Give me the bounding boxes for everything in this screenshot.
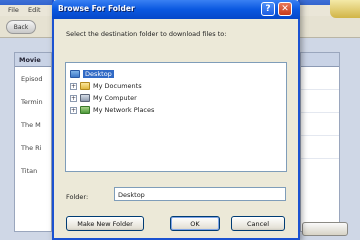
folder-label: Folder: bbox=[66, 193, 89, 201]
folder-input[interactable]: Desktop bbox=[114, 187, 286, 201]
desktop-icon bbox=[70, 70, 80, 78]
app-logo-icon bbox=[330, 0, 360, 18]
instruction-text: Select the destination folder to downloa… bbox=[66, 30, 227, 38]
list-item[interactable]: Episod bbox=[15, 67, 51, 90]
folder-tree[interactable]: Desktop + My Documents + My Computer + M… bbox=[65, 62, 287, 172]
list-item[interactable]: The Ri bbox=[15, 136, 51, 159]
tree-item-desktop[interactable]: Desktop bbox=[70, 69, 114, 79]
expand-icon[interactable]: + bbox=[70, 82, 77, 90]
tree-item-label: My Computer bbox=[93, 94, 137, 102]
tree-item-label: My Documents bbox=[93, 82, 142, 90]
list-item[interactable]: Titan bbox=[15, 159, 51, 182]
expand-icon[interactable]: + bbox=[70, 94, 77, 102]
tree-item-label: Desktop bbox=[83, 70, 114, 78]
tree-item-my-computer[interactable]: + My Computer bbox=[70, 93, 137, 103]
cancel-button[interactable]: Cancel bbox=[231, 216, 285, 231]
network-places-icon bbox=[80, 106, 90, 114]
help-icon: ? bbox=[265, 4, 271, 14]
list-item[interactable]: The M bbox=[15, 113, 51, 136]
tree-item-my-documents[interactable]: + My Documents bbox=[70, 81, 142, 91]
close-button[interactable]: ✕ bbox=[278, 2, 292, 16]
expand-icon[interactable]: + bbox=[70, 106, 77, 114]
ok-button[interactable]: OK bbox=[170, 216, 220, 231]
list-item[interactable]: Termin bbox=[15, 90, 51, 113]
dialog-title-bar[interactable]: Browse For Folder ? ✕ bbox=[52, 0, 300, 19]
tree-item-my-network-places[interactable]: + My Network Places bbox=[70, 105, 154, 115]
make-new-folder-button[interactable]: Make New Folder bbox=[66, 216, 144, 231]
help-button[interactable]: ? bbox=[261, 2, 275, 16]
browse-for-folder-dialog: Browse For Folder ? ✕ Select the destina… bbox=[52, 0, 300, 240]
menu-file[interactable]: File bbox=[8, 6, 19, 14]
list-header-movie[interactable]: Movie bbox=[15, 53, 51, 67]
back-button[interactable]: Back bbox=[6, 20, 36, 34]
tree-item-label: My Network Places bbox=[93, 106, 155, 114]
documents-folder-icon bbox=[80, 82, 90, 90]
background-right-panel bbox=[300, 52, 340, 232]
background-bottom-button[interactable] bbox=[302, 222, 348, 236]
dialog-title: Browse For Folder bbox=[58, 4, 135, 13]
close-icon: ✕ bbox=[281, 4, 289, 14]
movie-list[interactable]: Movie Episod Termin The M The Ri Titan bbox=[14, 52, 52, 232]
menu-edit[interactable]: Edit bbox=[28, 6, 41, 14]
computer-icon bbox=[80, 94, 90, 102]
